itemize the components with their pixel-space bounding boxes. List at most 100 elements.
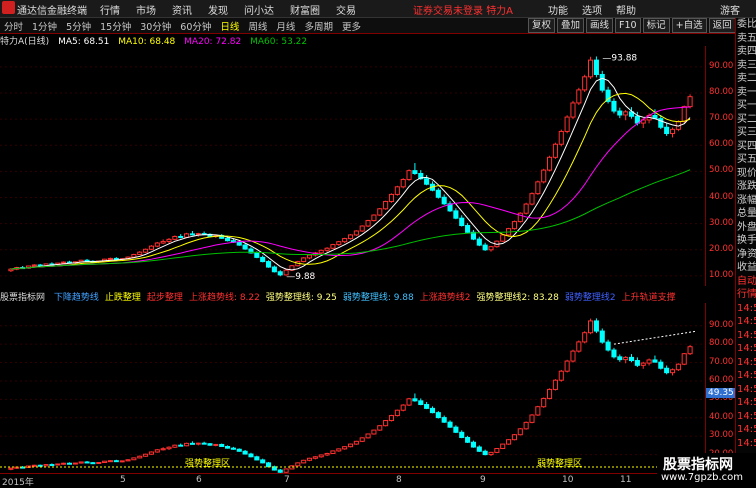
menu-item-market[interactable]: 市场 [136,2,156,17]
sub-body-42 [254,456,260,461]
menu-item-discover[interactable]: 发现 [208,2,228,17]
candle-body-73 [435,189,441,198]
tool-button-3[interactable]: F10 [615,18,641,33]
sub-body-8 [55,463,61,466]
tool-button-2[interactable]: 画线 [586,18,614,33]
sub-body-96 [570,350,576,362]
candle-body-32 [195,233,201,236]
sub-body-116 [687,346,693,355]
period-tab-5[interactable]: 60分钟 [180,19,211,33]
candle-body-96 [570,102,576,118]
sub-body-10 [66,462,73,465]
quote-side-panel: 委比 卖五 卖四 卖三 卖二 卖一 买一 买二 买三 买四 买五 现价 涨跌 涨幅 总量 外盘 换手 净资 收益 自动… [735,18,756,470]
side-item-0: 委比 [737,19,756,30]
sub-body-21 [131,457,137,461]
period-tab-7[interactable]: 周线 [248,19,267,33]
menu-item-wealth[interactable]: 财富圈 [290,2,320,17]
candle-body-22 [137,251,143,256]
axis-label-8: 10.00 [709,269,734,280]
candle-body-64 [383,200,389,210]
sub-body-85 [506,439,512,445]
indicator-chart[interactable]: 强势整理区 弱势整理区 [0,303,705,473]
sub-body-0 [8,467,14,470]
candle-body-76 [453,210,459,219]
menu-item-trade[interactable]: 交易 [336,2,356,17]
side-item-14: 总量 [737,208,756,219]
sub-body-109 [646,359,652,364]
candle-body-93 [552,143,558,158]
sub-body-50 [301,459,307,464]
sub-body-58 [347,443,354,448]
guest-label[interactable]: 游客 [720,2,740,17]
kline-chart[interactable]: —93.88 —9.88 [0,46,705,289]
low-price-label: —9.88 [286,272,315,282]
sub-body-52 [312,456,318,459]
candle-body-100 [593,59,599,75]
sub-body-28 [172,444,178,448]
axis-label-4: 50.00 [709,165,734,176]
sub-body-38 [230,447,236,450]
candle-body-21 [131,254,137,258]
candle-body-98 [582,76,588,91]
candle-body-28 [172,235,178,240]
tool-button-4[interactable]: 标记 [642,18,670,33]
tool-button-6[interactable]: 返回 [708,18,736,33]
tool-button-0[interactable]: 复权 [528,18,556,33]
period-tab-0[interactable]: 分时 [4,19,23,33]
candle-body-104 [617,110,623,116]
menu-item-news[interactable]: 资讯 [172,2,192,17]
zone-label-left: 强势整理区 [185,457,230,469]
sub-body-41 [248,453,254,458]
indicator-legend-1: 止跌整理 [104,293,141,302]
side-item-10: 买五 [737,154,756,165]
candle-body-74 [441,196,447,205]
sub-axis-label-5: 40.00 [709,411,734,422]
login-notice[interactable]: 证券交易未登录 特力A [413,2,513,17]
zone-label-right: 弱势整理区 [537,457,582,469]
period-tab-6[interactable]: 日线 [220,19,239,33]
time-label-2: 6 [196,475,202,485]
period-tab-9[interactable]: 多周期 [304,19,333,33]
sub-body-89 [529,414,535,423]
sub-body-61 [365,433,371,439]
tool-button-5[interactable]: +自选 [671,18,707,33]
sub-body-104 [617,356,623,361]
candle-body-43 [260,256,266,263]
side-item-13: 涨幅 [737,194,756,206]
candle-body-77 [459,217,465,227]
sub-body-54 [324,452,330,456]
menu-item-options[interactable]: 选项 [582,2,602,17]
tool-button-1[interactable]: 叠加 [557,18,585,33]
period-tab-8[interactable]: 月线 [276,19,295,33]
candle-body-105 [623,111,629,116]
period-tab-1[interactable]: 1分钟 [32,19,57,33]
sub-body-115 [681,353,687,365]
side-item-11: 现价 [737,167,756,179]
axis-label-5: 40.00 [709,191,734,202]
candle-body-57 [342,238,348,243]
menu-item-help[interactable]: 帮助 [616,2,636,17]
side-item-1: 卖五 [737,32,756,44]
menu-item-function[interactable]: 功能 [548,2,568,17]
period-tab-10[interactable]: 更多 [342,19,361,33]
sub-body-18 [113,460,119,463]
sub-body-92 [547,388,553,399]
side-item-8: 买三 [737,127,756,138]
axis-label-3: 60.00 [709,139,734,150]
sub-body-34 [207,443,213,446]
menu-item-quotes[interactable]: 行情 [100,2,120,17]
sub-body-17 [107,460,114,463]
candle-body-39 [236,241,242,246]
candle-body-94 [558,130,564,145]
period-tabs: 分时 1分钟 5分钟 15分钟 30分钟 60分钟 日线 周线 月线 多周期 更多 [4,19,361,33]
period-tab-3[interactable]: 15分钟 [100,19,131,33]
sub-body-110 [652,359,658,363]
sub-body-77 [459,431,465,438]
sub-body-32 [195,442,201,445]
menu-item-ask[interactable]: 问小达 [244,2,274,17]
period-tab-4[interactable]: 30分钟 [140,19,171,33]
period-tab-2[interactable]: 5分钟 [66,19,91,33]
sub-body-94 [558,370,564,381]
high-price-label: —93.88 [602,53,637,63]
side-item-2: 卖四 [737,46,756,57]
